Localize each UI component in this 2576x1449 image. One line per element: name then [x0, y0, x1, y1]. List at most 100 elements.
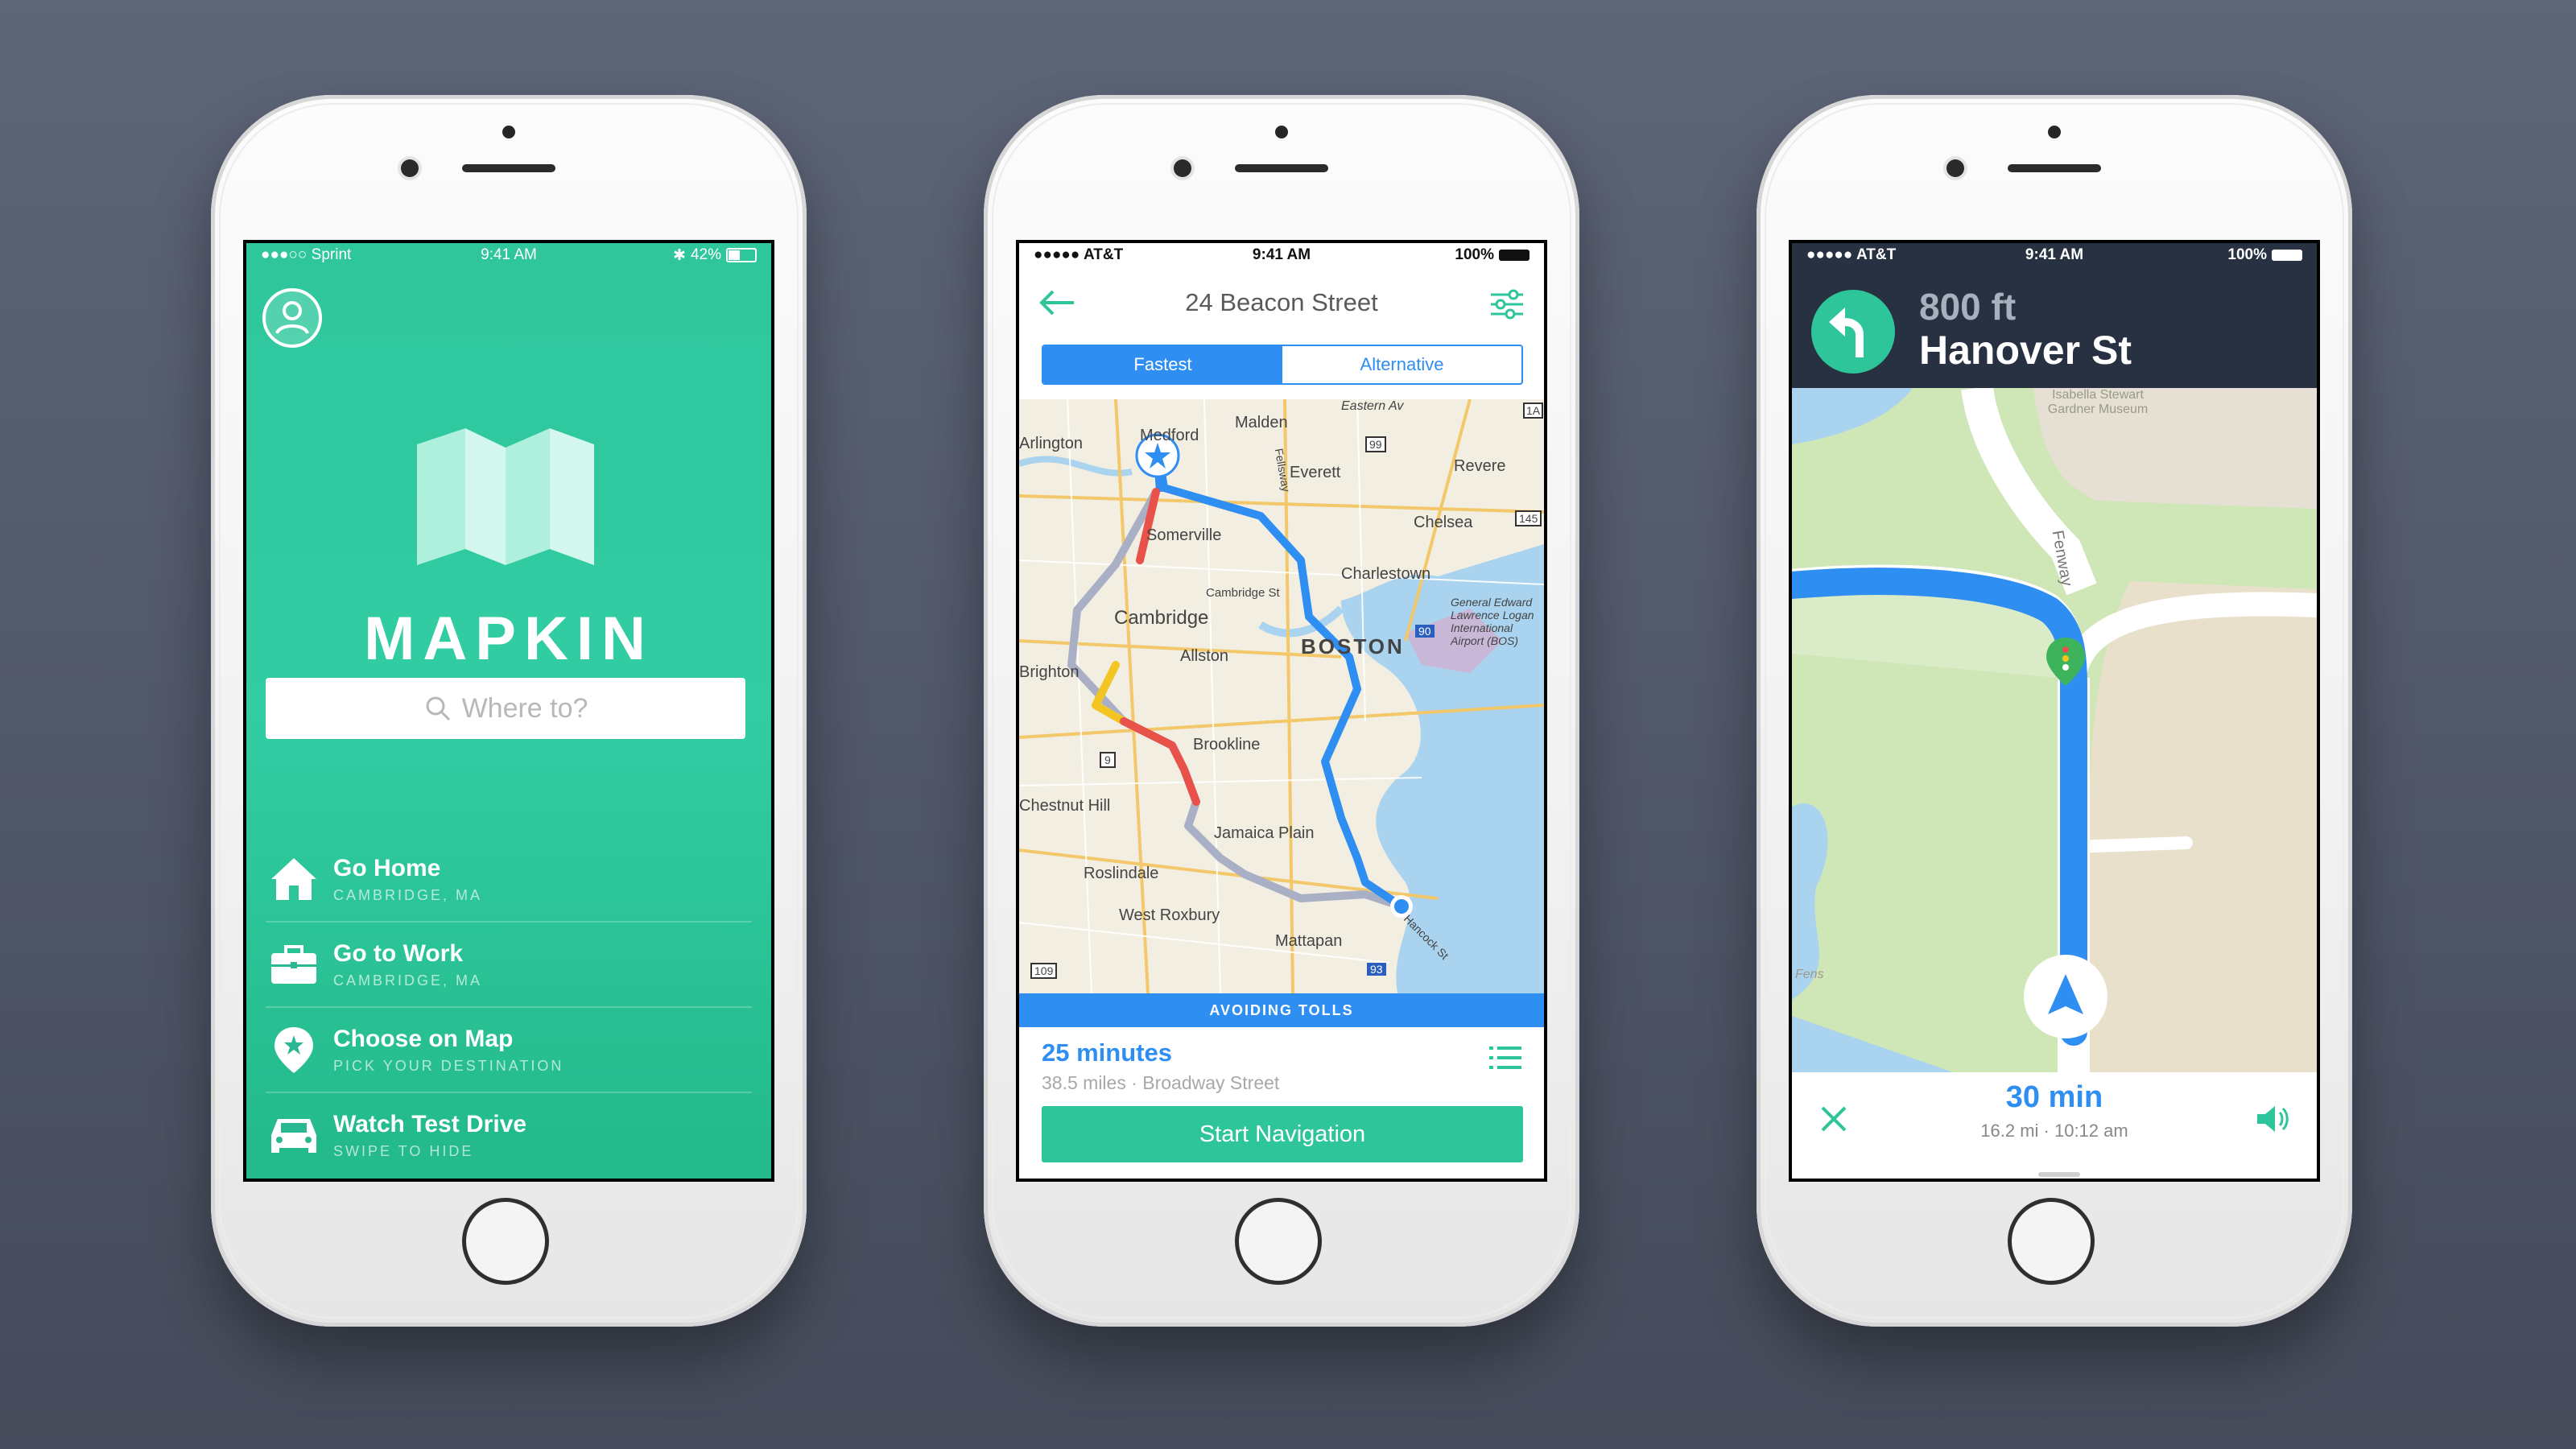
proximity-sensor: [502, 126, 515, 138]
highway-shield: 90: [1415, 625, 1435, 638]
profile-avatar-button[interactable]: [262, 288, 322, 348]
route-overview-screen: ●●●●● AT&T 9:41 AM 100% 24 Beacon Street…: [1019, 243, 1544, 1179]
briefcase-icon: [271, 945, 316, 984]
map-labels: Isabella Stewart Gardner Museum Fenway F…: [1792, 388, 2317, 1072]
eta-duration: 30 min: [2005, 1080, 2103, 1114]
mapkin-logo-icon: [417, 428, 594, 569]
settings-sliders-icon[interactable]: [1489, 288, 1525, 327]
menu-item-title: Watch Test Drive: [333, 1110, 527, 1137]
highway-shield: 109: [1030, 963, 1058, 979]
car-icon: [271, 1119, 316, 1153]
map-label: BOSTON: [1301, 634, 1405, 658]
map-label: General Edward Lawrence Logan Internatio…: [1451, 596, 1534, 647]
front-camera: [1946, 159, 1964, 177]
back-arrow-icon[interactable]: [1038, 287, 1077, 325]
menu-item-subtitle: CAMBRIDGE, MA: [333, 886, 483, 903]
start-navigation-button[interactable]: Start Navigation: [1042, 1106, 1523, 1162]
map-label: Chestnut Hill: [1019, 797, 1111, 815]
map-label: Brookline: [1193, 736, 1261, 753]
drag-handle[interactable]: [2038, 1172, 2080, 1177]
tab-fastest[interactable]: Fastest: [1043, 346, 1282, 383]
earpiece-speaker: [1235, 164, 1328, 172]
phone-route-overview: ●●●●● AT&T 9:41 AM 100% 24 Beacon Street…: [984, 95, 1579, 1327]
status-bar: ●●●○○ Sprint 9:41 AM ✱ 42%: [246, 243, 771, 267]
navigation-screen: ●●●●● AT&T 9:41 AM 100% 800 ft Hanover S…: [1792, 243, 2317, 1179]
home-icon: [271, 858, 316, 900]
list-icon[interactable]: [1489, 1043, 1521, 1076]
route-summary: 25 minutes 38.5 miles · Broadway Street: [1042, 1038, 1279, 1094]
status-bar: ●●●●● AT&T 9:41 AM 100%: [1019, 243, 1544, 267]
search-icon: [426, 696, 450, 721]
map-label: Fens: [1795, 968, 1824, 981]
map-label: Fenway: [2048, 529, 2076, 588]
watch-test-drive-item[interactable]: Watch Test Drive SWIPE TO HIDE: [266, 1093, 752, 1177]
choose-on-map-item[interactable]: Choose on Map PICK YOUR DESTINATION: [266, 1008, 752, 1093]
menu-item-subtitle: CAMBRIDGE, MA: [333, 972, 483, 989]
status-time: 9:41 AM: [481, 246, 537, 263]
map-labels: Eastern Av Arlington Medford Malden Ever…: [1019, 399, 1544, 993]
destination-title: 24 Beacon Street: [1185, 288, 1378, 316]
mapkin-home-screen: ●●●○○ Sprint 9:41 AM ✱ 42% MAPKIN Where …: [246, 243, 771, 1179]
proximity-sensor: [2048, 126, 2061, 138]
status-time: 9:41 AM: [1252, 246, 1311, 263]
menu-item-title: Go Home: [333, 854, 441, 881]
trip-info-bar: 30 min 16.2 mi · 10:12 am: [1792, 1072, 2317, 1179]
menu-item-title: Go to Work: [333, 939, 464, 967]
menu-item-subtitle: PICK YOUR DESTINATION: [333, 1057, 564, 1074]
home-button[interactable]: [462, 1198, 549, 1285]
screen: ●●●●● AT&T 9:41 AM 100% 24 Beacon Street…: [1016, 240, 1547, 1182]
phone-mapkin-home: ●●●○○ Sprint 9:41 AM ✱ 42% MAPKIN Where …: [211, 95, 807, 1327]
tab-alternative[interactable]: Alternative: [1282, 346, 1521, 383]
front-camera: [1174, 159, 1191, 177]
route-detail: 38.5 miles · Broadway Street: [1042, 1072, 1280, 1093]
phone-turn-by-turn: ●●●●● AT&T 9:41 AM 100% 800 ft Hanover S…: [1757, 95, 2352, 1327]
map-label: Roslindale: [1084, 865, 1159, 882]
menu-item-subtitle: SWIPE TO HIDE: [333, 1142, 474, 1159]
maneuver-distance: 800 ft: [1919, 286, 2017, 328]
route-map[interactable]: Eastern Av Arlington Medford Malden Ever…: [1019, 399, 1544, 993]
go-to-work-item[interactable]: Go to Work CAMBRIDGE, MA: [266, 923, 752, 1008]
earpiece-speaker: [2008, 164, 2101, 172]
go-home-item[interactable]: Go Home CAMBRIDGE, MA: [266, 837, 752, 923]
status-bar: ●●●●● AT&T 9:41 AM 100%: [1792, 243, 2317, 267]
map-label: Charlestown: [1341, 565, 1431, 583]
map-label: Isabella Stewart Gardner Museum: [2047, 388, 2149, 416]
highway-shield: 93: [1367, 963, 1386, 976]
route-duration: 25 minutes: [1042, 1038, 1172, 1067]
screen: ●●●○○ Sprint 9:41 AM ✱ 42% MAPKIN Where …: [243, 240, 774, 1182]
user-icon: [275, 301, 309, 334]
app-name: MAPKIN: [364, 605, 654, 673]
navigation-map[interactable]: Isabella Stewart Gardner Museum Fenway F…: [1792, 388, 2317, 1072]
menu-item-title: Choose on Map: [333, 1025, 514, 1052]
map-label: Jamaica Plain: [1214, 824, 1315, 842]
map-label: Hancock St: [1401, 912, 1451, 962]
map-label: Chelsea: [1414, 514, 1473, 531]
map-label: Medford: [1140, 427, 1199, 444]
search-placeholder: Where to?: [461, 692, 588, 724]
turn-left-icon: [1811, 290, 1895, 374]
battery-icon: [726, 248, 757, 262]
map-label: Somerville: [1146, 526, 1222, 544]
proximity-sensor: [1275, 126, 1288, 138]
highway-shield: 145: [1515, 510, 1542, 526]
highway-shield: 1A: [1523, 402, 1544, 419]
highway-shield: 99: [1365, 436, 1386, 452]
quick-destinations-list: Go Home CAMBRIDGE, MA Go to Work CAMBRIDGE…: [266, 837, 752, 1177]
map-label: Arlington: [1019, 435, 1083, 452]
route-type-segmented-control: Fastest Alternative: [1042, 345, 1523, 385]
home-button[interactable]: [1235, 1198, 1322, 1285]
speaker-volume-icon[interactable]: [2256, 1103, 2289, 1139]
maneuver-bar: ●●●●● AT&T 9:41 AM 100% 800 ft Hanover S…: [1792, 243, 2317, 388]
map-label: Allston: [1180, 647, 1229, 665]
map-label: Revere: [1454, 457, 1506, 475]
destination-search-input[interactable]: Where to?: [266, 678, 745, 739]
map-label: Everett: [1290, 464, 1341, 481]
maneuver-street: Hanover St: [1919, 328, 2132, 373]
map-label: Cambridge St: [1206, 586, 1280, 600]
earpiece-speaker: [462, 164, 555, 172]
map-label: Brighton: [1019, 663, 1080, 681]
map-pin-star-icon: [275, 1027, 313, 1073]
home-button[interactable]: [2008, 1198, 2095, 1285]
avoiding-tolls-banner: AVOIDING TOLLS: [1019, 993, 1544, 1027]
map-label: Malden: [1235, 414, 1288, 431]
